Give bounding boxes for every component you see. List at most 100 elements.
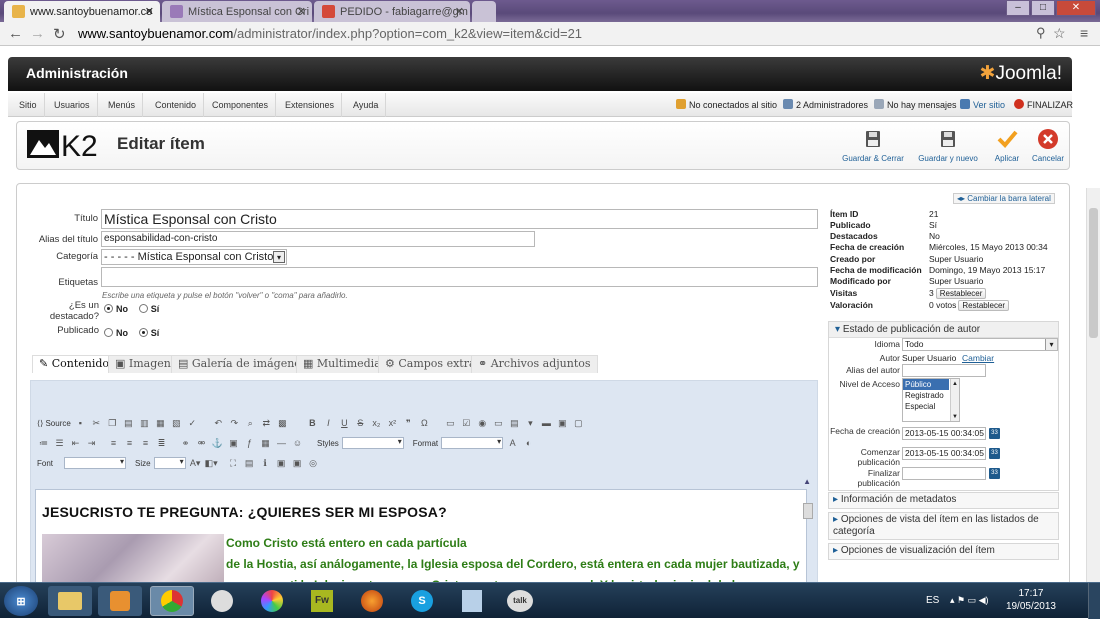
show-blocks-icon[interactable]: ▤ bbox=[243, 457, 256, 470]
bookmark-star-icon[interactable]: ☆ bbox=[1053, 25, 1066, 42]
scroll-thumb[interactable] bbox=[1089, 208, 1098, 338]
alias-input[interactable]: esponsabilidad-con-cristo bbox=[101, 231, 535, 247]
align-left-icon[interactable]: ≡ bbox=[107, 437, 120, 450]
image-insert-icon[interactable]: ▣ bbox=[227, 437, 240, 450]
find-icon[interactable]: ⌕ bbox=[244, 417, 257, 430]
textfield-icon[interactable]: ▭ bbox=[492, 417, 505, 430]
apply-button[interactable]: Aplicar bbox=[989, 128, 1025, 168]
url-field[interactable]: www.santoybuenamor.com/administrator/ind… bbox=[78, 25, 1058, 43]
colorwheel-icon[interactable]: ◎ bbox=[307, 457, 320, 470]
redo-icon[interactable]: ↷ bbox=[228, 417, 241, 430]
gtalk-icon[interactable]: talk bbox=[498, 586, 542, 616]
tab-imagen[interactable]: ▣ Imagen bbox=[108, 355, 178, 373]
reset-rating-button[interactable]: Restablecer bbox=[958, 300, 1010, 311]
bold-icon[interactable]: B bbox=[306, 417, 319, 430]
browser-tab-3[interactable]: PEDIDO - fabiagarre@gm ✕ bbox=[314, 1, 470, 22]
calendar-icon[interactable]: 33 bbox=[989, 448, 1000, 459]
plugin-icon[interactable]: ▣ bbox=[275, 457, 288, 470]
language-select[interactable]: Todo ▾ bbox=[902, 338, 1058, 351]
author-alias-input[interactable] bbox=[902, 364, 986, 377]
tags-input[interactable] bbox=[101, 267, 818, 287]
minimize-icon[interactable]: – bbox=[1006, 0, 1030, 16]
calendar-icon[interactable]: 33 bbox=[989, 468, 1000, 479]
italic-icon[interactable]: I bbox=[322, 417, 335, 430]
logout-link[interactable]: FINALIZAR bbox=[1014, 93, 1073, 117]
source-button[interactable]: ⟨⟩ Source bbox=[37, 419, 71, 428]
select-icon[interactable]: ▾ bbox=[524, 417, 537, 430]
close-tab-icon[interactable]: ✕ bbox=[455, 5, 464, 18]
listbox-scrollbar[interactable]: ▲ ▼ bbox=[950, 379, 959, 421]
format-select[interactable] bbox=[441, 437, 504, 449]
end-publish-input[interactable] bbox=[902, 467, 986, 480]
notepad-icon[interactable] bbox=[450, 586, 494, 616]
metadata-panel-header[interactable]: ▸ Información de metadatos bbox=[828, 492, 1059, 509]
underline-icon[interactable]: U bbox=[338, 417, 351, 430]
font-select[interactable] bbox=[64, 457, 127, 469]
chrome-icon[interactable] bbox=[150, 586, 194, 616]
category-select[interactable]: - - - - - Mística Esponsal con Cristo ▾ bbox=[101, 249, 287, 265]
textarea-icon[interactable]: ▤ bbox=[508, 417, 521, 430]
media-icon[interactable]: ▣ bbox=[291, 457, 304, 470]
fireworks-icon[interactable]: Fw bbox=[300, 586, 344, 616]
browser-tab-1[interactable]: www.santoybuenamor.co ✕ bbox=[4, 1, 160, 22]
publish-panel-header[interactable]: ▾ Estado de publicación de autor bbox=[829, 322, 1058, 338]
media-player-icon[interactable] bbox=[98, 586, 142, 616]
smiley-icon[interactable]: ☺ bbox=[291, 437, 304, 450]
close-tab-icon[interactable]: ✕ bbox=[145, 5, 154, 18]
indent-icon[interactable]: ⇥ bbox=[85, 437, 98, 450]
menu-item-sitio[interactable]: Sitio bbox=[12, 93, 45, 117]
maximize-editor-icon[interactable]: ⛶ bbox=[227, 457, 240, 470]
subscript-icon[interactable]: x₂ bbox=[370, 417, 383, 430]
omega-icon[interactable]: Ω bbox=[418, 417, 431, 430]
published-no-radio[interactable] bbox=[104, 328, 113, 337]
collapse-toolbar-icon[interactable]: ▲ bbox=[803, 477, 811, 486]
title-input[interactable]: Mística Esponsal con Cristo bbox=[101, 209, 818, 229]
checkbox-icon[interactable]: ☑ bbox=[460, 417, 473, 430]
flash-icon[interactable]: ƒ bbox=[243, 437, 256, 450]
show-desktop-button[interactable] bbox=[1088, 583, 1100, 619]
paste-word-icon[interactable]: ▦ bbox=[154, 417, 167, 430]
superscript-icon[interactable]: x² bbox=[386, 417, 399, 430]
hidden-field-icon[interactable]: ▢ bbox=[572, 417, 585, 430]
display-options-header[interactable]: ▸ Opciones de visualización del ítem bbox=[828, 543, 1059, 560]
browser-tab-2[interactable]: Mística Esponsal con Cri ✕ bbox=[162, 1, 312, 22]
created-date-input[interactable]: 2013-05-15 00:34:05 bbox=[902, 427, 986, 440]
tab-multimedia[interactable]: ▦ Multimedia bbox=[296, 355, 388, 373]
unlink-icon[interactable]: ⚮ bbox=[195, 437, 208, 450]
menu-item-contenido[interactable]: Contenido bbox=[148, 93, 205, 117]
tab-campos-extra[interactable]: ⚙ Campos extra bbox=[378, 355, 483, 373]
styles-select[interactable] bbox=[341, 437, 404, 449]
tab-galeria[interactable]: ▤ Galería de imágenes bbox=[171, 355, 314, 373]
paste-icon[interactable]: ▤ bbox=[122, 417, 135, 430]
tab-archivos[interactable]: ⚭ Archivos adjuntos bbox=[471, 355, 598, 373]
info-icon[interactable]: ℹ bbox=[259, 457, 272, 470]
size-select[interactable] bbox=[153, 457, 186, 469]
menu-item-menus[interactable]: Menús bbox=[101, 93, 144, 117]
messages-status[interactable]: No hay mensajes bbox=[874, 93, 957, 117]
menu-item-componentes[interactable]: Componentes bbox=[205, 93, 277, 117]
picasa-icon[interactable] bbox=[250, 586, 294, 616]
quote-icon[interactable]: ❞ bbox=[402, 417, 415, 430]
category-view-options-header[interactable]: ▸ Opciones de vista del ítem en las list… bbox=[828, 512, 1059, 540]
paste-text-icon[interactable]: ▥ bbox=[138, 417, 151, 430]
tab-contenido[interactable]: ✎ Contenido bbox=[32, 355, 117, 373]
tray-icons[interactable]: ▴ ⚑ ▭ ◀) bbox=[950, 595, 989, 606]
close-window-icon[interactable]: ✕ bbox=[1056, 0, 1096, 16]
search-icon[interactable]: ⚲ bbox=[1036, 25, 1046, 41]
anchor-icon[interactable]: ⚓ bbox=[211, 437, 224, 450]
editor-content[interactable]: JESUCRISTO TE PREGUNTA: ¿QUIERES SER MI … bbox=[35, 489, 807, 589]
menu-item-usuarios[interactable]: Usuarios bbox=[47, 93, 98, 117]
table-icon[interactable]: ▦ bbox=[259, 437, 272, 450]
app-icon[interactable] bbox=[200, 586, 244, 616]
select-all-icon[interactable]: ▩ bbox=[276, 417, 289, 430]
language-indicator[interactable]: ES bbox=[926, 595, 939, 606]
strike-icon[interactable]: S bbox=[354, 417, 367, 430]
numbered-list-icon[interactable]: ≔ bbox=[37, 437, 50, 450]
hr-icon[interactable]: ― bbox=[275, 437, 288, 450]
highlight-icon[interactable]: ◧▾ bbox=[205, 457, 218, 470]
featured-yes-radio[interactable] bbox=[138, 304, 148, 313]
maximize-icon[interactable]: □ bbox=[1031, 0, 1055, 16]
bullet-list-icon[interactable]: ☰ bbox=[53, 437, 66, 450]
published-yes-radio[interactable] bbox=[138, 328, 148, 337]
toggle-sidebar-button[interactable]: ◂▸ Cambiar la barra lateral bbox=[953, 193, 1055, 204]
